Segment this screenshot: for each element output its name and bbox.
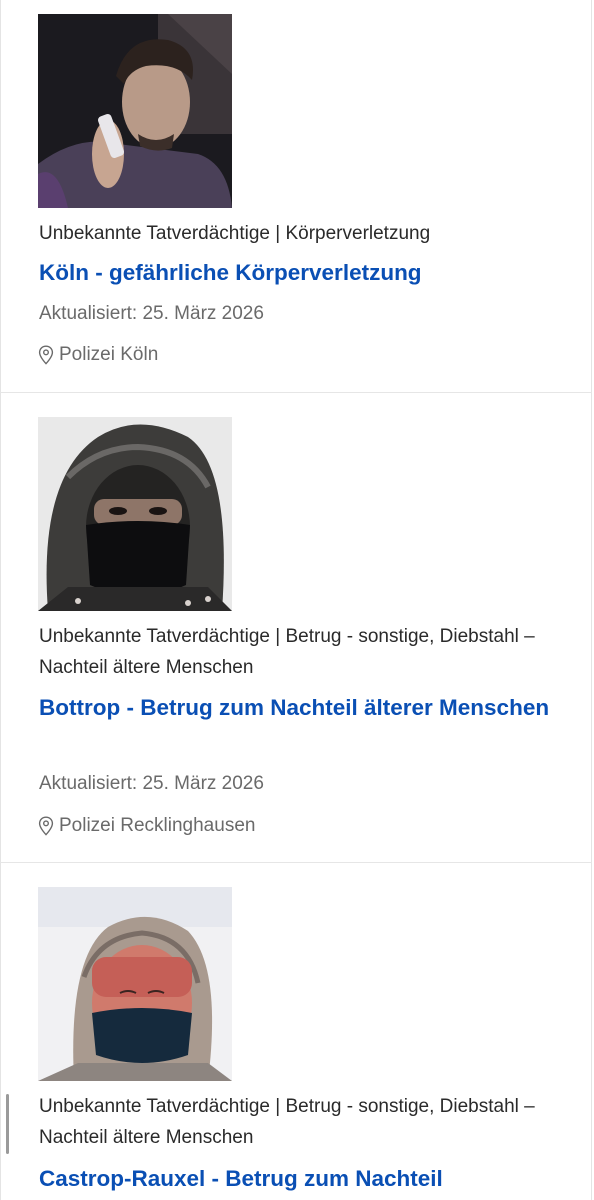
search-results-page: Unbekannte Tatverdächtige | Körperverlet… [0,0,594,1200]
updated-date: Aktualisiert: 25. März 2026 [39,303,264,324]
map-pin-icon [38,816,54,836]
category-list: Unbekannte Tatverdächtige | Betrug - son… [39,626,535,678]
updated-date: Aktualisiert: 25. März 2026 [39,773,264,794]
suspect-photo[interactable] [38,887,232,1081]
agency-line: Polizei Recklinghausen [38,812,255,840]
agency-name: Polizei Köln [59,344,159,365]
result-card: Unbekannte Tatverdächtige | Körperverlet… [0,0,592,392]
category-list: Unbekannte Tatverdächtige | Körperverlet… [39,223,431,244]
result-card: Unbekannte Tatverdächtige | Betrug - son… [0,862,592,1200]
agency-name: Polizei Recklinghausen [59,815,256,836]
scrollbar-thumb[interactable] [6,1094,9,1154]
category-list: Unbekannte Tatverdächtige | Betrug - son… [39,1096,535,1148]
case-title-link[interactable]: Köln - gefährliche Körperverletzung [39,255,559,291]
case-title-link[interactable]: Castrop-Rauxel - Betrug zum Nachteil [39,1161,559,1197]
suspect-photo[interactable] [38,417,232,611]
agency-line: Polizei Köln [38,341,158,369]
result-card: Unbekannte Tatverdächtige | Betrug - son… [0,392,592,862]
case-title-link[interactable]: Bottrop - Betrug zum Nachteil älterer Me… [39,690,559,726]
suspect-photo[interactable] [38,14,232,208]
map-pin-icon [38,345,54,365]
